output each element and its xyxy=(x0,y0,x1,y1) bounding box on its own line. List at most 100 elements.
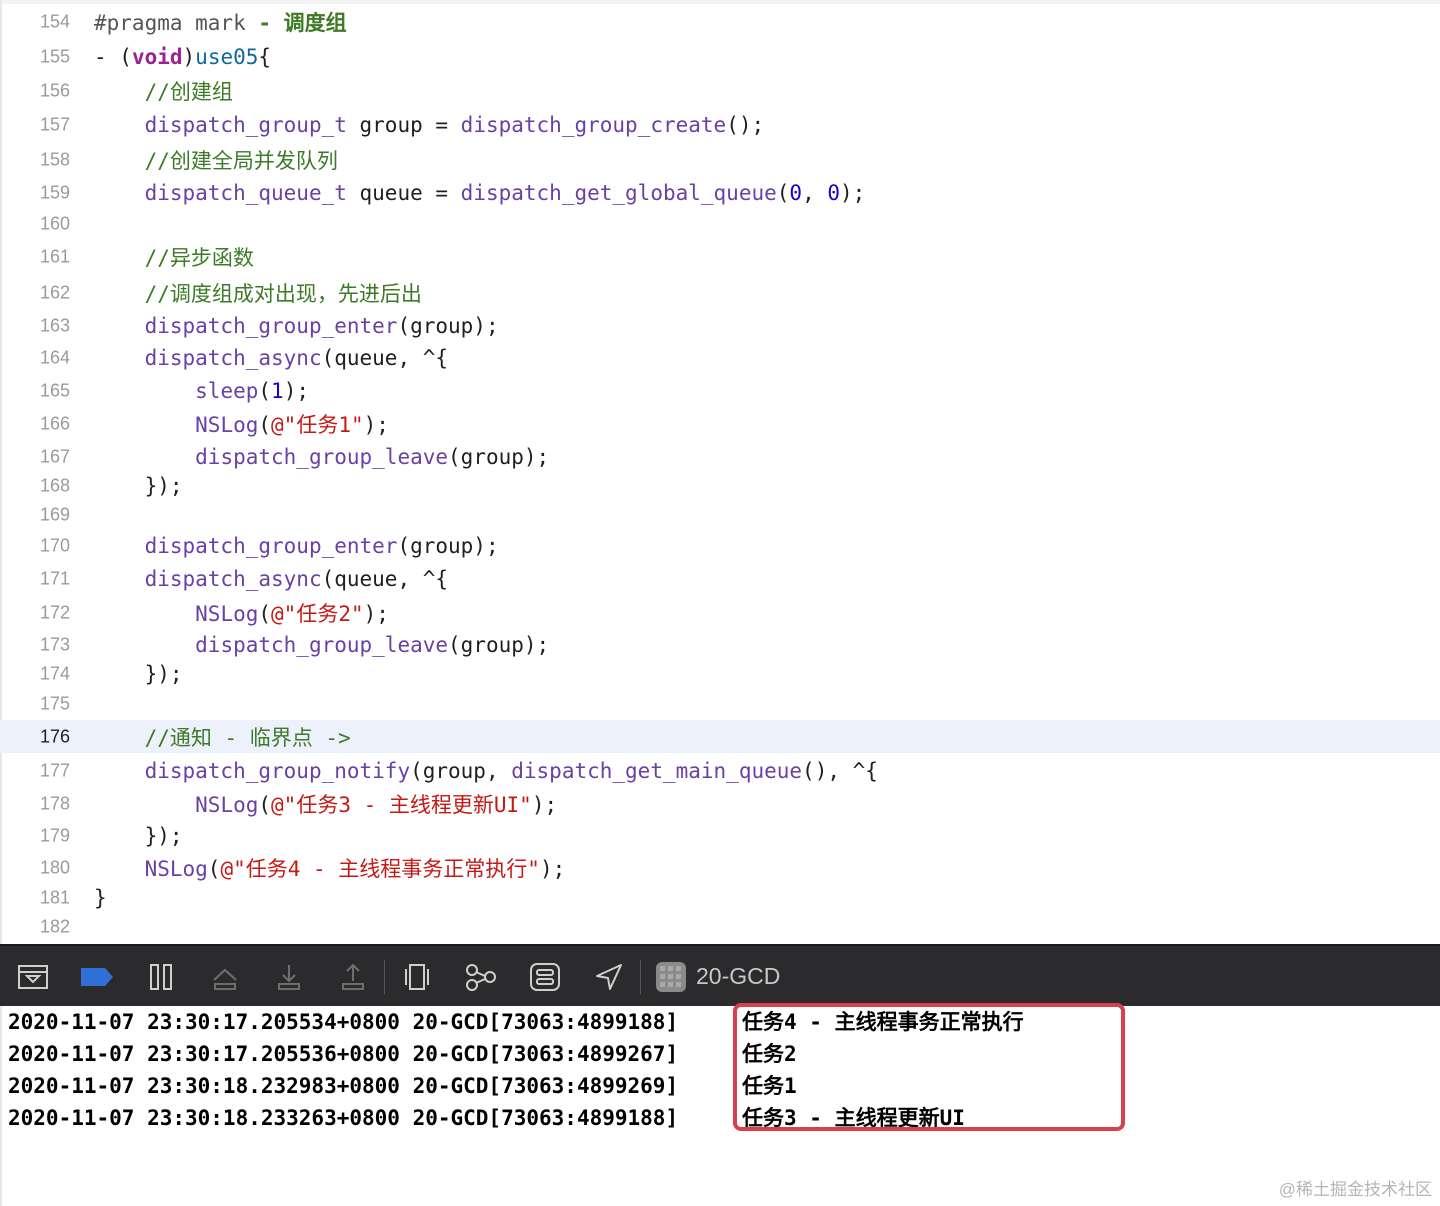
line-number[interactable]: 171 xyxy=(0,569,70,590)
code-token-plain: ); xyxy=(539,857,566,881)
view-debugger-icon[interactable] xyxy=(398,958,436,996)
code-line[interactable]: 179 }); xyxy=(0,820,1440,852)
code-line[interactable]: 160 xyxy=(0,208,1440,239)
code-token-plain: ( xyxy=(258,378,272,403)
pause-icon[interactable] xyxy=(142,958,180,996)
line-number[interactable]: 162 xyxy=(0,282,70,303)
line-number[interactable]: 156 xyxy=(0,81,70,102)
memory-graph-icon[interactable] xyxy=(462,958,500,996)
line-number[interactable]: 155 xyxy=(0,46,70,67)
code-text: dispatch_async(queue, ^{ xyxy=(94,346,448,370)
code-token-com: //创建全局并发队列 xyxy=(94,148,338,173)
step-into-icon[interactable] xyxy=(270,958,308,996)
line-number[interactable]: 182 xyxy=(0,917,70,938)
code-token-fn: dispatch_get_global_queue xyxy=(460,180,777,205)
code-line[interactable]: 172 NSLog(@"任务2"); xyxy=(0,596,1440,630)
code-line[interactable]: 161 //异步函数 xyxy=(0,239,1440,275)
line-number[interactable]: 173 xyxy=(0,635,70,656)
line-number[interactable]: 177 xyxy=(0,760,70,781)
code-token-plain: (queue, ^{ xyxy=(321,567,449,591)
line-number[interactable]: 159 xyxy=(0,182,70,203)
line-number[interactable]: 167 xyxy=(0,446,70,467)
code-token-plain: }); xyxy=(94,824,183,848)
line-number[interactable]: 157 xyxy=(0,115,70,136)
code-line[interactable]: 180 NSLog(@"任务4 - 主线程事务正常执行"); xyxy=(0,852,1440,884)
code-line[interactable]: 168 }); xyxy=(0,472,1440,500)
code-line[interactable]: 170 dispatch_group_enter(group); xyxy=(0,530,1440,562)
debug-console[interactable]: 2020-11-07 23:30:17.205534+0800 20-GCD[7… xyxy=(0,1006,1440,1206)
code-line[interactable]: 178 NSLog(@"任务3 - 主线程更新UI"); xyxy=(0,788,1440,820)
environment-overrides-icon[interactable] xyxy=(526,958,564,996)
code-line[interactable]: 162 //调度组成对出现，先进后出 xyxy=(0,275,1440,310)
code-line[interactable]: 156 //创建组 xyxy=(0,74,1440,108)
code-text: NSLog(@"任务1"); xyxy=(94,409,389,439)
code-text: //异步函数 xyxy=(94,242,254,272)
line-number[interactable]: 166 xyxy=(0,414,70,435)
code-text: sleep(1); xyxy=(94,379,309,403)
code-line[interactable]: 166 NSLog(@"任务1"); xyxy=(0,407,1440,441)
code-token-hash: #pragma mark xyxy=(94,11,259,35)
log-prefix: 2020-11-07 23:30:17.205534+0800 20-GCD[7… xyxy=(8,1010,679,1034)
step-out-icon[interactable] xyxy=(334,958,372,996)
line-number[interactable]: 168 xyxy=(0,476,70,497)
code-text: //创建组 xyxy=(94,76,233,106)
line-number[interactable]: 160 xyxy=(0,213,70,234)
line-number[interactable]: 163 xyxy=(0,316,70,337)
code-line[interactable]: 174 }); xyxy=(0,660,1440,688)
line-number[interactable]: 158 xyxy=(0,149,70,170)
code-line[interactable]: 164 dispatch_async(queue, ^{ xyxy=(0,342,1440,374)
code-line[interactable]: 157 dispatch_group_t group = dispatch_gr… xyxy=(0,108,1440,142)
target-app-name[interactable]: 20-GCD xyxy=(696,963,780,990)
line-number[interactable]: 176 xyxy=(0,726,70,747)
simulate-location-icon[interactable] xyxy=(590,958,628,996)
line-number[interactable]: 178 xyxy=(0,794,70,815)
code-line[interactable]: 158 //创建全局并发队列 xyxy=(0,142,1440,177)
step-over-icon[interactable] xyxy=(206,958,244,996)
code-text: dispatch_async(queue, ^{ xyxy=(94,567,448,591)
line-number[interactable]: 179 xyxy=(0,826,70,847)
hide-console-icon[interactable] xyxy=(14,958,52,996)
target-app-icon[interactable] xyxy=(652,958,690,996)
line-number[interactable]: 174 xyxy=(0,664,70,685)
line-number[interactable]: 175 xyxy=(0,694,70,715)
code-line[interactable]: 167 dispatch_group_leave(group); xyxy=(0,441,1440,472)
line-number[interactable]: 172 xyxy=(0,603,70,624)
code-text: dispatch_queue_t queue = dispatch_get_gl… xyxy=(94,180,866,205)
code-token-plain: - ( xyxy=(94,44,132,69)
line-number[interactable]: 165 xyxy=(0,380,70,401)
code-token-plain: }); xyxy=(94,662,183,686)
line-number[interactable]: 154 xyxy=(0,12,70,33)
line-number[interactable]: 161 xyxy=(0,247,70,268)
code-line[interactable]: 171 dispatch_async(queue, ^{ xyxy=(0,562,1440,596)
line-number[interactable]: 164 xyxy=(0,348,70,369)
code-token-plain: (group); xyxy=(397,534,499,558)
line-number[interactable]: 181 xyxy=(0,888,70,909)
code-line[interactable]: 159 dispatch_queue_t queue = dispatch_ge… xyxy=(0,177,1440,208)
code-token-plain: (group); xyxy=(448,633,550,657)
code-line-current[interactable]: 176 //通知 - 临界点 -> xyxy=(0,720,1440,753)
code-token-plain: (group, xyxy=(410,758,512,783)
code-editor[interactable]: 154 #pragma mark - 调度组 155- (void)use05{15… xyxy=(0,0,1440,944)
code-token-plain: queue = xyxy=(346,180,461,205)
line-number[interactable]: 169 xyxy=(0,505,70,526)
code-line[interactable]: 173 dispatch_group_leave(group); xyxy=(0,630,1440,660)
code-token-str: @"任务1" xyxy=(271,413,364,437)
code-line[interactable]: 177 dispatch_group_notify(group, dispatc… xyxy=(0,753,1440,788)
code-line[interactable]: 175 xyxy=(0,688,1440,720)
code-line[interactable]: 163 dispatch_group_enter(group); xyxy=(0,310,1440,342)
code-line[interactable]: 155 - (void)use05{ xyxy=(0,39,1440,74)
code-line[interactable]: 181} xyxy=(0,884,1440,912)
line-number[interactable]: 180 xyxy=(0,858,70,879)
line-number[interactable]: 170 xyxy=(0,536,70,557)
code-line[interactable]: 165 sleep(1); xyxy=(0,374,1440,407)
code-text: NSLog(@"任务2"); xyxy=(94,598,389,628)
code-line[interactable]: 154 #pragma mark - 调度组 xyxy=(0,5,1440,39)
code-line[interactable]: 169 xyxy=(0,500,1440,530)
breakpoints-toggle-icon[interactable] xyxy=(78,958,116,996)
code-line[interactable]: 182 xyxy=(0,912,1440,942)
code-token-plain: } xyxy=(94,886,107,910)
